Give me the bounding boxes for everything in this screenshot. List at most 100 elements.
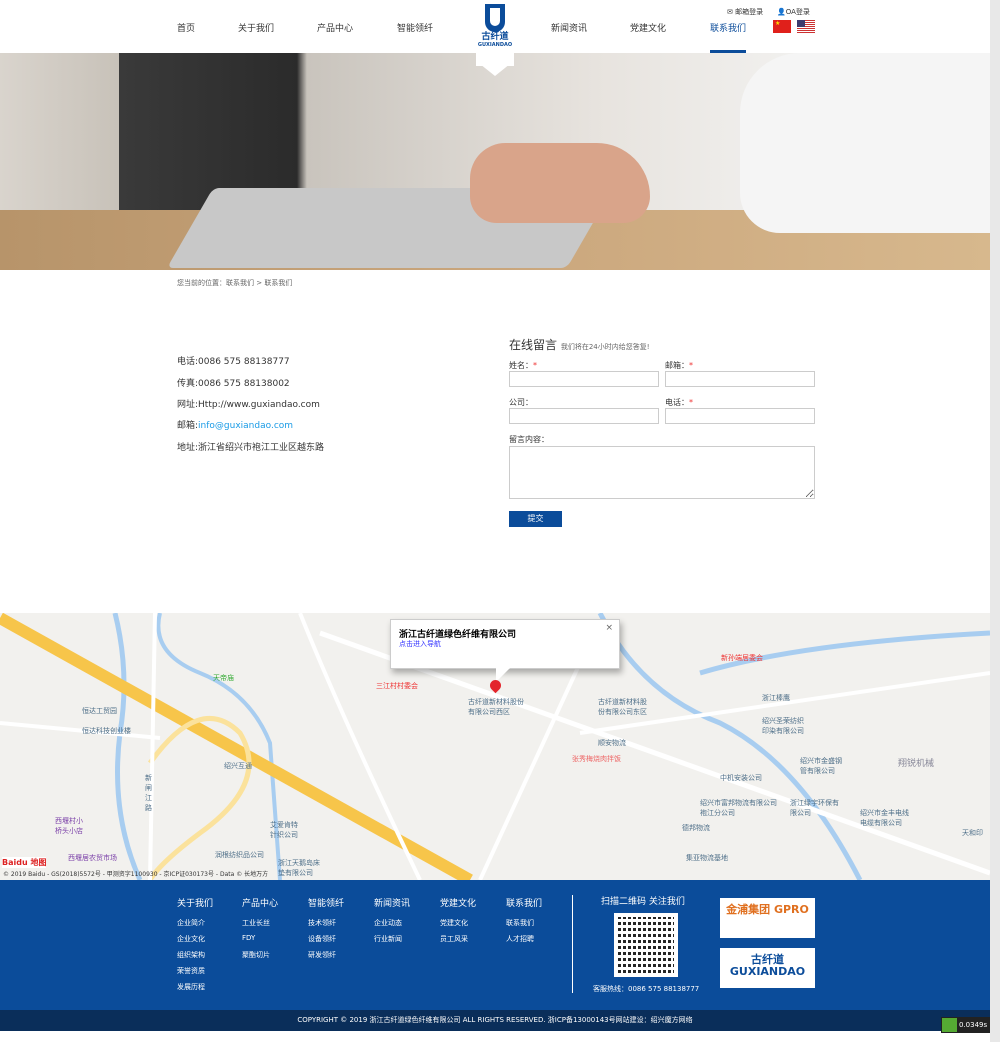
map-label: 古纤道新材料股份有限公司西区 — [468, 698, 524, 716]
baidu-logo: Baidu 地图 — [2, 857, 47, 868]
footer-link[interactable]: 聚酯切片 — [242, 950, 270, 960]
sleeve — [740, 53, 990, 233]
footer-link[interactable]: 研发领纤 — [308, 950, 336, 960]
map-label: 润根纺织品公司 — [215, 851, 264, 859]
logo[interactable]: 古纤道 GUXIANDAO — [476, 0, 514, 76]
footer-link[interactable]: 发展历程 — [177, 982, 205, 992]
copyright-bar: COPYRIGHT © 2019 浙江古纤道绿色纤维有限公司 ALL RIGHT… — [0, 1010, 990, 1031]
map-label: 西堰居农贸市场 — [68, 854, 117, 862]
nav-news[interactable]: 新闻资讯 — [551, 21, 587, 34]
map-label: 翔锐机械 — [898, 759, 935, 769]
footer-link[interactable]: 组织架构 — [177, 950, 205, 960]
qr-title: 扫描二维码 关注我们 — [601, 897, 685, 907]
mail-login-label: 邮箱登录 — [735, 8, 764, 16]
required-mark: * — [689, 361, 693, 370]
message-label: 留言内容： — [509, 435, 549, 444]
qr-code-image — [614, 913, 678, 977]
map-label: 恒达科技创业楼 — [82, 727, 131, 735]
oa-login-link[interactable]: 👤OA登录 — [777, 7, 810, 17]
name-label: 姓名：* — [509, 360, 537, 371]
nav-party[interactable]: 党建文化 — [630, 21, 666, 34]
divider — [572, 895, 573, 993]
map-label: 新闸江路 — [145, 774, 152, 812]
map-label: 古纤道新材料股份有限公司东区 — [598, 698, 647, 716]
footer-link[interactable]: 荣誉资质 — [177, 966, 205, 976]
map-label: 浙江棒鹰 — [762, 694, 790, 702]
footer-link[interactable]: 联系我们 — [506, 918, 534, 928]
timer-icon — [942, 1018, 957, 1032]
footer-link[interactable]: 设备领纤 — [308, 934, 336, 944]
map-label: 绍兴互通 — [224, 762, 252, 770]
nav-smart[interactable]: 智能领纤 — [397, 21, 433, 34]
footer-link[interactable]: 党建文化 — [440, 918, 468, 928]
nav-home[interactable]: 首页 — [177, 21, 195, 34]
footer-link[interactable]: 员工风采 — [440, 934, 468, 944]
us-flag-icon[interactable] — [797, 20, 815, 33]
phone-label: 电话：* — [665, 397, 693, 408]
baidu-map[interactable]: 三江村村委会 古纤道新材料股份有限公司西区 古纤道新材料股份有限公司东区 顺安物… — [0, 613, 990, 880]
map-label: 西堰村小桥头小店 — [55, 817, 83, 835]
map-label: 绍兴市金丰电线电缆有限公司 — [860, 809, 909, 827]
name-input[interactable] — [509, 371, 659, 387]
map-label: 德邦物流 — [682, 824, 710, 832]
footer-column-title[interactable]: 新闻资讯 — [374, 896, 410, 909]
map-info-window: 浙江古纤道绿色纤维有限公司 点击进入导航 × — [390, 619, 620, 682]
footer-link[interactable]: 工业长丝 — [242, 918, 270, 928]
map-label: 艾爱肯特针织公司 — [270, 821, 298, 839]
logo-shield-icon — [485, 4, 505, 32]
submit-button[interactable]: 提交 — [509, 511, 562, 527]
email-link[interactable]: info@guxiandao.com — [198, 421, 293, 431]
footer-column-title[interactable]: 智能领纤 — [308, 896, 344, 909]
nav-contact[interactable]: 联系我们 — [710, 21, 747, 53]
footer-link[interactable]: 企业动态 — [374, 918, 402, 928]
footer-link[interactable]: 企业文化 — [177, 934, 205, 944]
contact-email: 邮箱:info@guxiandao.com — [177, 418, 293, 431]
cn-flag-icon[interactable]: ★ — [773, 20, 791, 33]
footer-column-title[interactable]: 联系我们 — [506, 896, 542, 909]
map-label: 恒达工贸园 — [82, 707, 117, 715]
map-label: 浙江天鹅岛床垫有限公司 — [278, 859, 320, 877]
map-label: 天帝庙 — [213, 674, 234, 682]
form-title-text: 在线留言 — [509, 338, 558, 352]
form-subtitle: 我们将在24小时内给您答复! — [560, 343, 650, 351]
email-label-text: 邮箱： — [665, 361, 689, 370]
timer-value: 0.0349s — [959, 1021, 988, 1029]
message-textarea[interactable] — [509, 446, 815, 499]
nav-products[interactable]: 产品中心 — [317, 21, 353, 34]
scrollbar[interactable] — [990, 0, 1000, 1042]
footer-link[interactable]: 企业简介 — [177, 918, 205, 928]
close-icon[interactable]: × — [605, 623, 613, 633]
logo-subtext: GUXIANDAO — [477, 42, 513, 48]
mail-login-link[interactable]: ✉ 邮箱登录 — [727, 7, 763, 17]
map-label: 三江村村委会 — [376, 682, 418, 690]
footer-link[interactable]: 技术领纤 — [308, 918, 336, 928]
gpro-logo[interactable]: 金浦集团 GPRO — [720, 898, 815, 938]
map-label: 集亚物流基地 — [686, 854, 728, 862]
company-input[interactable] — [509, 408, 659, 424]
map-label: 新孙端居委会 — [721, 654, 763, 662]
form-title: 在线留言 我们将在24小时内给您答复! — [509, 336, 650, 353]
oa-login-label: OA登录 — [785, 8, 810, 16]
map-label: 浙江绿宇环保有限公司 — [790, 799, 839, 817]
footer-link[interactable]: 行业新闻 — [374, 934, 402, 944]
navigate-link[interactable]: 点击进入导航 — [399, 639, 441, 649]
footer-link[interactable]: FDY — [242, 934, 255, 942]
map-label: 绍兴市富邦物流有限公司袍江分公司 — [700, 799, 777, 817]
contact-website: 网址:Http://www.guxiandao.com — [177, 400, 320, 410]
footer-link[interactable]: 人才招聘 — [506, 934, 534, 944]
footer: 关于我们企业简介企业文化组织架构荣誉资质发展历程 产品中心工业长丝 FDY 聚酯切片 智… — [0, 880, 990, 1010]
guxiandao-logo[interactable]: 古纤道 GUXIANDAO — [720, 948, 815, 988]
hero-banner-image — [0, 53, 990, 270]
contact-fax: 传真:0086 575 88138002 — [177, 379, 290, 389]
breadcrumb: 您当前的位置：联系我们 > 联系我们 — [177, 279, 293, 287]
email-input[interactable] — [665, 371, 815, 387]
map-label: 天和印 — [962, 829, 983, 837]
footer-column-title[interactable]: 党建文化 — [440, 896, 476, 909]
email-label: 邮箱: — [177, 421, 199, 431]
phone-input[interactable] — [665, 408, 815, 424]
footer-column-title[interactable]: 关于我们 — [177, 896, 213, 909]
map-label: 中机安装公司 — [720, 774, 762, 782]
map-label: 绍兴圣荣纺织印染有限公司 — [762, 717, 804, 735]
footer-column-title[interactable]: 产品中心 — [242, 896, 278, 909]
nav-about[interactable]: 关于我们 — [238, 21, 274, 34]
